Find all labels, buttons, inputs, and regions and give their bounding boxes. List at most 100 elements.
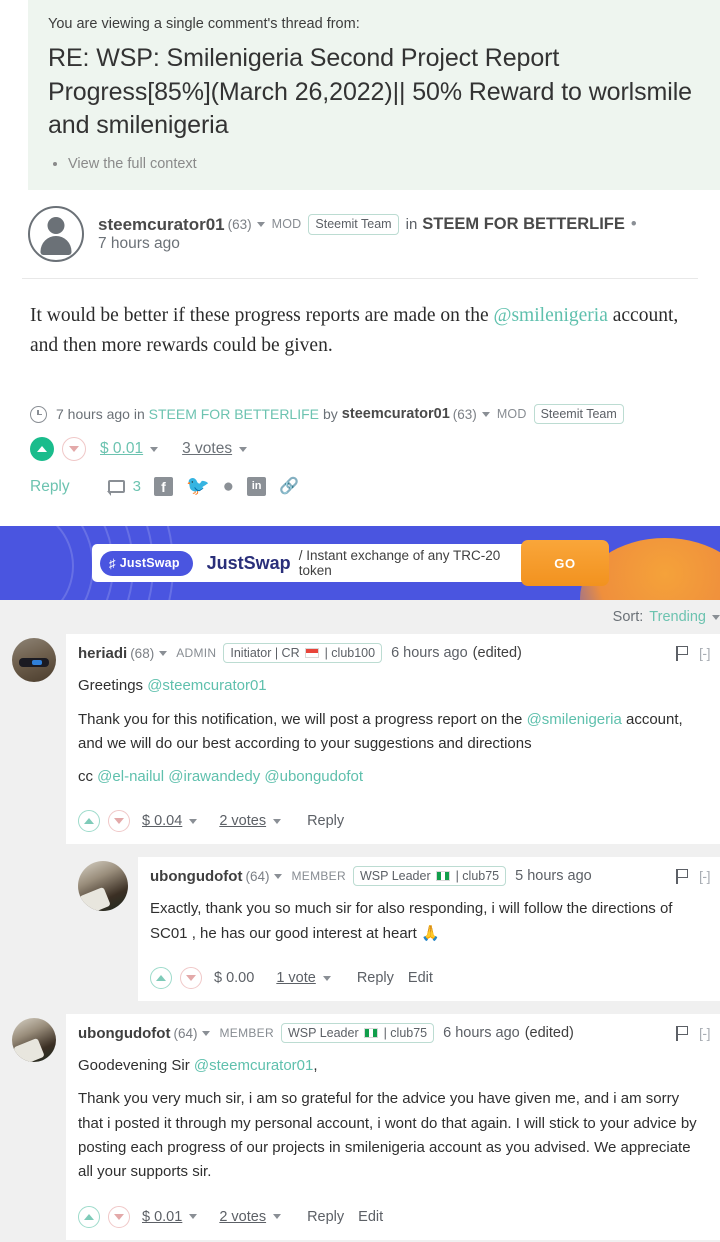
share-facebook-icon[interactable]: f — [153, 477, 173, 497]
clock-icon — [30, 405, 47, 423]
comment-author-role: ADMIN — [176, 646, 217, 661]
sort-value[interactable]: Trending — [649, 609, 706, 625]
footer-author-badge: Steemit Team — [533, 404, 624, 425]
comment-votes-count[interactable]: 2 votes — [219, 813, 266, 829]
chevron-down-icon[interactable] — [712, 614, 720, 620]
collapse-toggle[interactable]: [-] — [699, 645, 710, 661]
chevron-down-icon[interactable] — [189, 818, 198, 824]
comment-header: heriadi (68) ADMIN Initiator | CR | club… — [66, 634, 720, 665]
chevron-down-icon[interactable] — [150, 446, 159, 452]
chevron-down-icon[interactable] — [481, 411, 490, 417]
view-full-context-item[interactable]: View the full context — [68, 156, 700, 172]
ad-go-button[interactable]: GO — [521, 540, 609, 587]
in-word: in — [405, 215, 418, 233]
comment-payout[interactable]: $ 0.01 — [142, 1209, 182, 1225]
chevron-down-icon[interactable] — [239, 446, 248, 452]
justswap-chip-label: JustSwap — [119, 556, 180, 571]
downvote-button[interactable] — [108, 1205, 130, 1228]
downvote-button[interactable] — [62, 437, 86, 462]
comment-paragraph: Greetings @steemcurator01 — [78, 677, 267, 695]
comment-spacer — [0, 1001, 720, 1015]
post-payout[interactable]: $ 0.01 — [100, 440, 143, 458]
comment-reply-button[interactable]: Reply — [307, 813, 344, 829]
justswap-logo-chip: ♯ JustSwap — [100, 550, 193, 576]
avatar[interactable] — [12, 1018, 56, 1063]
comment-votes-count[interactable]: 2 votes — [219, 1209, 266, 1225]
share-twitter-icon[interactable]: 🐦 — [186, 477, 210, 496]
collapse-toggle[interactable]: [-] — [699, 1025, 710, 1041]
collapse-toggle[interactable]: [-] — [699, 868, 710, 884]
avatar[interactable] — [12, 638, 56, 683]
comment-body: Goodevening Sir @steemcurator01, Thank y… — [66, 1045, 720, 1199]
ad-brand-name: JustSwap — [206, 552, 291, 573]
comment-footer: $ 0.04 2 votes Reply — [66, 804, 720, 844]
mention-link[interactable]: @steemcurator01 — [147, 677, 266, 694]
chevron-down-icon[interactable] — [274, 873, 283, 879]
comment-author-role: MEMBER — [291, 869, 346, 884]
justswap-ad-banner[interactable]: ♯ JustSwap JustSwap / Instant exchange o… — [0, 526, 720, 601]
main-post: steemcurator01 (63) MOD Steemit Team in … — [0, 190, 720, 507]
post-author-name[interactable]: steemcurator01 — [98, 215, 225, 235]
chevron-down-icon[interactable] — [273, 1214, 282, 1220]
chevron-down-icon[interactable] — [256, 222, 265, 228]
chevron-down-icon[interactable] — [273, 818, 282, 824]
post-reply-button[interactable]: Reply — [30, 478, 70, 496]
comment-author-reputation: (64) — [245, 868, 270, 884]
avatar[interactable] — [28, 206, 84, 263]
view-full-context-link[interactable]: View the full context — [68, 156, 197, 172]
downvote-button[interactable] — [108, 810, 130, 833]
comment-icon[interactable] — [106, 480, 125, 497]
flag-icon[interactable] — [676, 645, 688, 661]
chevron-down-icon[interactable] — [159, 650, 168, 656]
footer-community-link[interactable]: STEEM FOR BETTERLIFE — [149, 406, 319, 422]
comment-edit-button[interactable]: Edit — [358, 1209, 383, 1225]
chevron-down-icon[interactable] — [322, 975, 331, 981]
flag-icon[interactable] — [676, 1025, 688, 1041]
downvote-button[interactable] — [180, 967, 202, 990]
avatar[interactable] — [78, 861, 128, 912]
chevron-down-icon[interactable] — [202, 1030, 211, 1036]
flag-icon[interactable] — [676, 868, 688, 884]
comment-header: ubongudofot (64) MEMBER WSP Leader | clu… — [138, 857, 720, 888]
comment-author-badge: WSP Leader | club75 — [352, 866, 507, 887]
footer-author-reputation: (63) — [452, 406, 477, 422]
share-reddit-icon[interactable]: ● — [223, 477, 234, 496]
post-community[interactable]: STEEM FOR BETTERLIFE — [422, 215, 625, 235]
upvote-button[interactable] — [30, 437, 54, 462]
mention-smilenigeria[interactable]: @smilenigeria — [494, 305, 608, 326]
post-vote-row: $ 0.01 3 votes — [30, 437, 690, 462]
sort-label: Sort: — [612, 609, 644, 626]
comment-votes-count[interactable]: 1 vote — [276, 970, 316, 986]
share-link-icon[interactable]: 🔗 — [279, 478, 299, 495]
sort-control[interactable]: Sort: Trending — [0, 600, 720, 634]
comment-spacer — [0, 844, 720, 858]
comment-author-name[interactable]: heriadi — [78, 645, 127, 662]
comment-edited-tag: (edited) — [524, 1025, 574, 1042]
upvote-button[interactable] — [78, 1205, 100, 1228]
chevron-down-icon[interactable] — [189, 1214, 198, 1220]
comment-edit-button[interactable]: Edit — [408, 970, 433, 986]
context-banner: You are viewing a single comment's threa… — [28, 0, 720, 191]
footer-author-role: MOD — [496, 407, 527, 422]
post-footer-meta: 7 hours ago in STEEM FOR BETTERLIFE by s… — [30, 404, 690, 425]
mention-link[interactable]: @steemcurator01 — [194, 1057, 313, 1074]
comment-reply-button[interactable]: Reply — [307, 1209, 344, 1225]
share-linkedin-icon[interactable]: in — [247, 477, 267, 497]
comment-author-name[interactable]: ubongudofot — [150, 868, 242, 885]
comment-thread-item: heriadi (68) ADMIN Initiator | CR | club… — [0, 634, 720, 845]
context-links: View the full context — [68, 156, 700, 172]
comment-paragraph: Goodevening Sir @steemcurator01, — [78, 1057, 318, 1075]
comment-footer: $ 0.01 2 votes Reply Edit — [66, 1200, 720, 1240]
upvote-button[interactable] — [150, 967, 172, 990]
footer-by-word: by — [323, 406, 338, 423]
upvote-button[interactable] — [78, 810, 100, 833]
mention-link[interactable]: @smilenigeria — [527, 711, 622, 728]
comment-reply-button[interactable]: Reply — [357, 970, 394, 986]
comment-payout[interactable]: $ 0.04 — [142, 813, 182, 829]
post-votes-count[interactable]: 3 votes — [182, 440, 232, 458]
post-comment-count[interactable]: 3 — [133, 478, 141, 495]
comment-body: Greetings @steemcurator01 Thank you for … — [66, 665, 720, 804]
footer-author-name[interactable]: steemcurator01 — [342, 406, 450, 422]
mention-link[interactable]: @el-nailul @irawandedy @ubongudofot — [97, 768, 363, 785]
comment-author-name[interactable]: ubongudofot — [78, 1025, 170, 1042]
